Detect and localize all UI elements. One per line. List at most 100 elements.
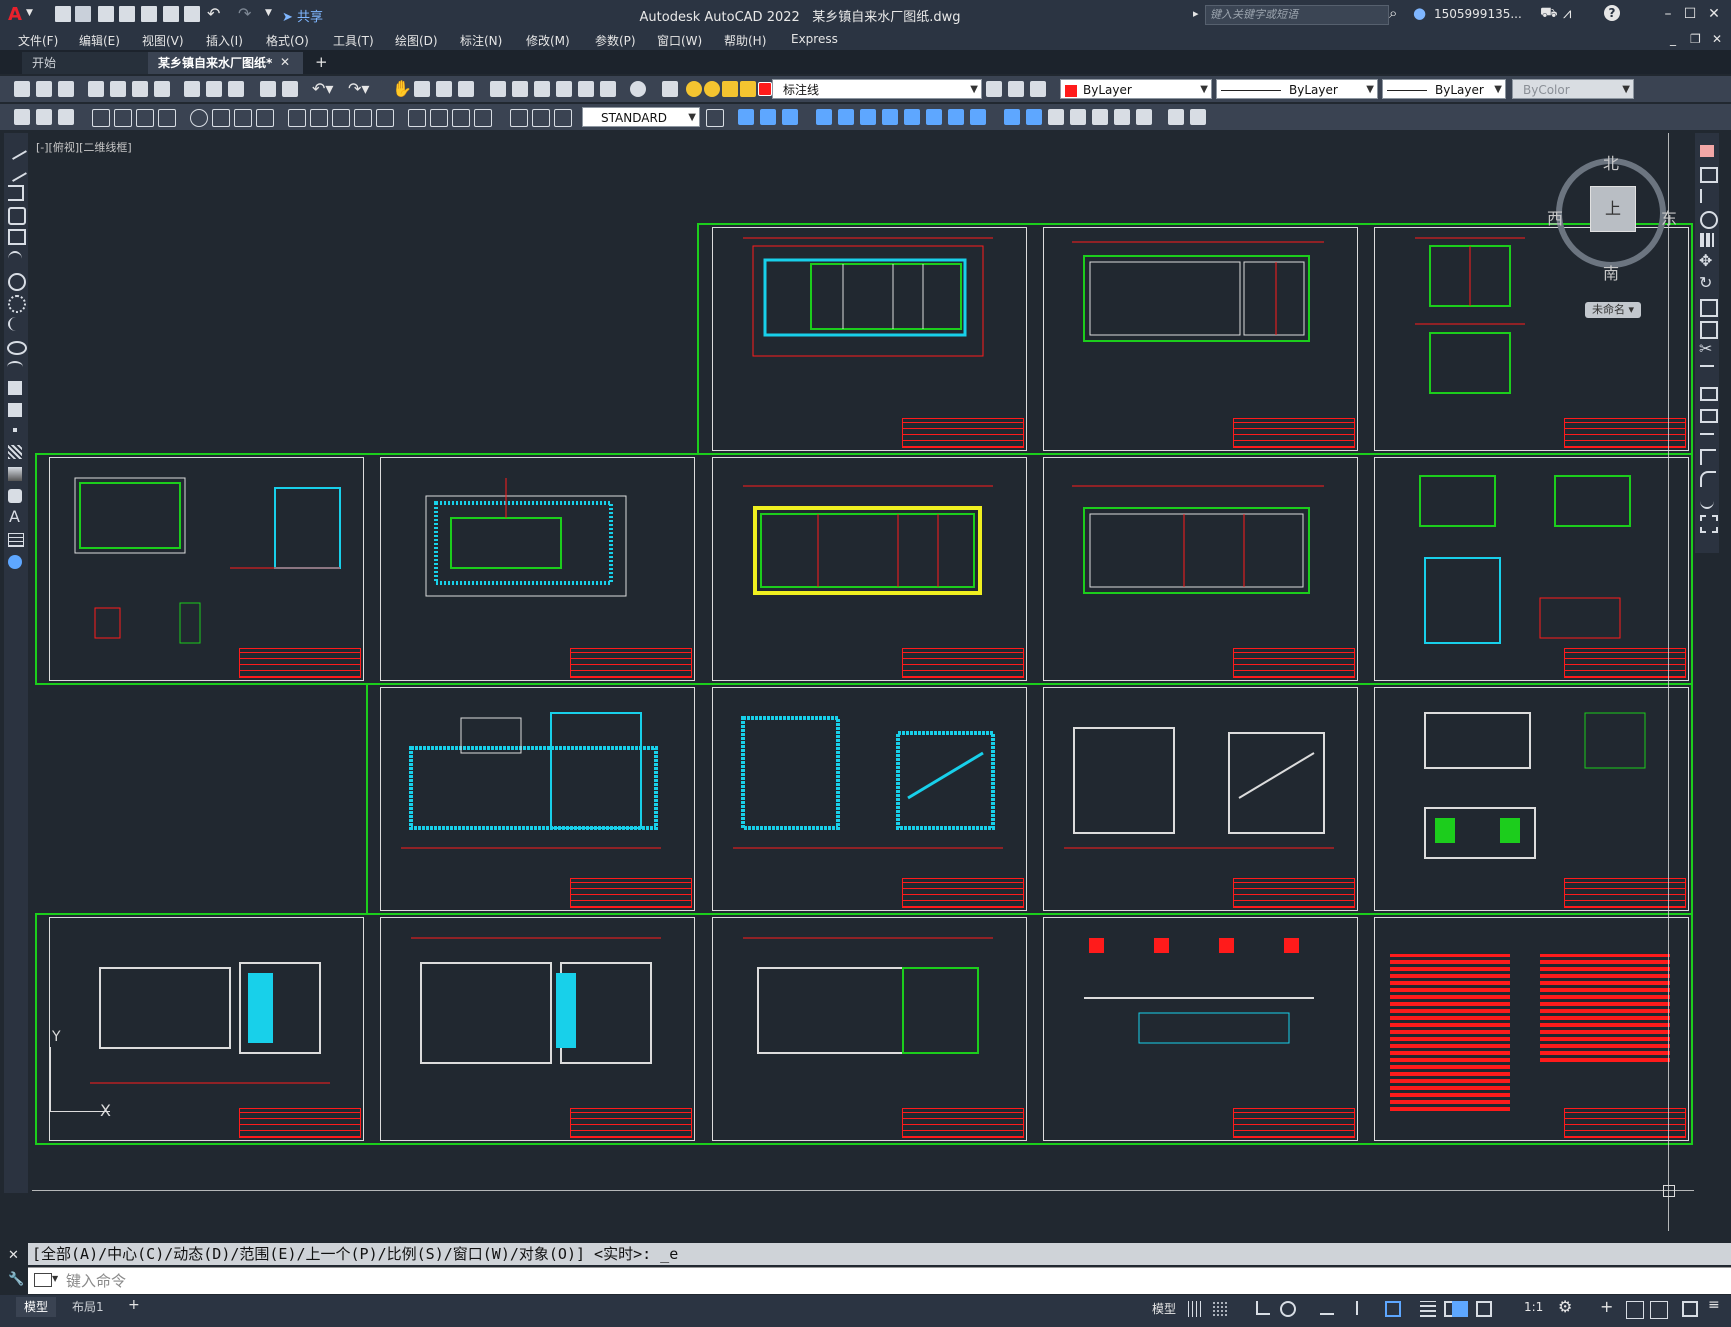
command-close-icon[interactable]: ✕ (8, 1248, 19, 1263)
redo-toolbar-icon[interactable]: ↷▾ (348, 79, 369, 98)
menu-insert[interactable]: 插入(I) (206, 32, 243, 49)
zoom-realtime-icon[interactable] (414, 81, 430, 97)
open-file-icon[interactable] (75, 6, 91, 22)
menu-modify[interactable]: 修改(M) (526, 32, 570, 49)
compass-south[interactable]: 南 (1603, 260, 1619, 284)
app-menu-chevron-icon[interactable]: ▼ (26, 8, 33, 18)
dim-text-edit-icon[interactable] (474, 109, 492, 127)
drawing-sheet[interactable] (49, 917, 364, 1141)
join-icon[interactable] (1700, 433, 1714, 435)
drawing-sheet[interactable] (1043, 227, 1358, 451)
autocad-logo-icon[interactable]: A (8, 4, 22, 25)
linetype-dropdown[interactable]: ByLayer ▼ (1216, 79, 1378, 99)
open-icon[interactable] (36, 81, 52, 97)
pan-icon[interactable]: ✋ (392, 79, 412, 98)
dim-baseline-icon[interactable] (256, 109, 274, 127)
dim-edit-icon[interactable] (452, 109, 470, 127)
redo-icon[interactable]: ↷ (238, 4, 251, 23)
layer-lock-icon[interactable] (740, 81, 756, 97)
make-block-icon[interactable] (8, 403, 22, 417)
tool-palettes-icon[interactable] (534, 81, 550, 97)
color-dropdown[interactable]: ByLayer ▼ (1060, 79, 1212, 99)
region-icon[interactable] (8, 489, 22, 503)
scale-icon[interactable] (1700, 299, 1718, 317)
sheet-set-icon[interactable] (556, 81, 572, 97)
quick-dim-icon[interactable] (234, 109, 252, 127)
move-icon[interactable]: ✥ (1699, 251, 1712, 270)
recent-commands-icon[interactable] (34, 1273, 52, 1287)
recent-commands-chevron-icon[interactable]: ▼ (52, 1274, 58, 1283)
zoom-previous-icon[interactable] (458, 81, 474, 97)
snap-icon[interactable] (1212, 1301, 1228, 1317)
drawing-sheet[interactable] (712, 917, 1027, 1141)
slice-icon[interactable] (1168, 109, 1184, 125)
drawing-sheet[interactable] (1374, 457, 1689, 681)
erase-icon[interactable] (1700, 145, 1714, 157)
maximize-icon[interactable]: ☐ (1680, 4, 1700, 24)
zoom-window-icon[interactable] (436, 81, 452, 97)
layer-thaw-sun-icon[interactable] (704, 81, 720, 97)
drawing-sheet[interactable] (712, 687, 1027, 911)
layer-states-icon[interactable] (1030, 81, 1046, 97)
tab-model[interactable]: 模型 (16, 1297, 57, 1317)
dim-linear-icon[interactable] (36, 109, 52, 125)
save-as-icon[interactable] (119, 6, 135, 22)
compass-east[interactable]: 东 (1661, 205, 1677, 229)
tab-layout1[interactable]: 布局1 (64, 1297, 112, 1317)
command-settings-icon[interactable]: 🔧 (8, 1272, 24, 1287)
undo-toolbar-icon[interactable]: ↶▾ (312, 79, 333, 98)
circle-icon[interactable] (8, 273, 26, 291)
block-editor-icon[interactable] (282, 81, 298, 97)
color-faces-icon[interactable] (970, 109, 986, 125)
dim-ordinate-icon[interactable] (114, 109, 132, 127)
cart-icon[interactable]: ⛟ (1540, 5, 1558, 23)
polar-icon[interactable] (1280, 1301, 1296, 1317)
dim-diameter-icon[interactable] (190, 109, 208, 127)
annotation-monitor-icon[interactable]: + (1600, 1297, 1613, 1316)
gradient-icon[interactable] (8, 467, 22, 481)
color-edges-icon[interactable] (1026, 109, 1042, 125)
menu-view[interactable]: 视图(V) (142, 32, 184, 49)
layer-viewport-icon[interactable] (722, 81, 738, 97)
tolerance-icon[interactable] (354, 109, 372, 127)
center-mark-icon[interactable] (376, 109, 394, 127)
plot-preview-icon[interactable] (184, 6, 200, 22)
rectangle-icon[interactable] (8, 229, 26, 245)
cut-icon[interactable] (184, 81, 200, 97)
break-at-point-icon[interactable] (1700, 387, 1718, 401)
undo-icon[interactable]: ↶ (207, 4, 220, 23)
search-icon[interactable]: ⌕ (1389, 4, 1397, 22)
tab-close-icon[interactable]: ✕ (280, 55, 290, 69)
taper-faces-icon[interactable] (926, 109, 942, 125)
rotate-icon[interactable]: ↻ (1699, 273, 1712, 292)
break-icon[interactable] (1700, 409, 1718, 423)
doc-close-icon[interactable]: ✕ (1712, 32, 1722, 46)
drawing-sheet[interactable] (712, 457, 1027, 681)
annotation-visibility-icon[interactable] (1452, 1301, 1468, 1317)
offset-icon[interactable] (1700, 211, 1718, 229)
ortho-icon[interactable] (1256, 1301, 1270, 1315)
chamfer-icon[interactable] (1700, 449, 1716, 465)
menu-dimension[interactable]: 标注(N) (460, 32, 502, 49)
drawing-sheet[interactable] (1374, 227, 1689, 451)
save-toolbar-icon[interactable] (58, 81, 74, 97)
auto-scale-icon[interactable] (1476, 1301, 1492, 1317)
markup-icon[interactable] (578, 81, 594, 97)
polyline-icon[interactable] (8, 185, 24, 201)
rotate-faces-icon[interactable] (904, 109, 920, 125)
grid-icon[interactable] (1188, 1301, 1204, 1317)
customization-icon[interactable]: ≡ (1708, 1297, 1720, 1313)
menu-file[interactable]: 文件(F) (18, 32, 58, 49)
lineweight-dropdown[interactable]: ByLayer ▼ (1382, 79, 1506, 99)
table-icon[interactable] (8, 533, 24, 547)
separate-icon[interactable] (1092, 109, 1108, 125)
dim-aligned-icon[interactable] (58, 109, 74, 125)
array-icon[interactable] (1700, 233, 1714, 247)
units-icon[interactable] (1626, 1301, 1644, 1319)
construction-line-icon[interactable] (5, 160, 27, 182)
add-selected-icon[interactable] (8, 555, 22, 569)
menu-window[interactable]: 窗口(W) (657, 32, 702, 49)
arc-icon[interactable] (8, 251, 22, 267)
menu-help[interactable]: 帮助(H) (724, 32, 766, 49)
clean-icon[interactable] (1070, 109, 1086, 125)
